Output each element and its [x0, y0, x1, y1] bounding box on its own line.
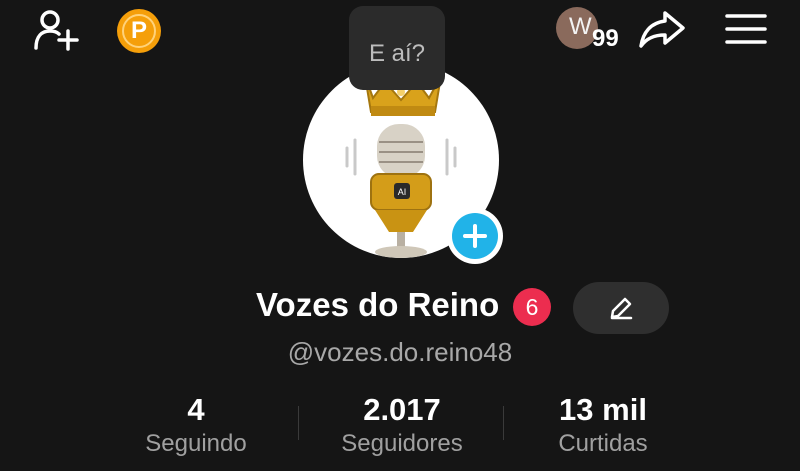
edit-profile-button[interactable] — [573, 282, 669, 334]
username: @vozes.do.reino48 — [287, 337, 513, 367]
divider — [298, 406, 299, 440]
stat-following[interactable]: 4 Seguindo — [120, 392, 272, 460]
display-name: Vozes do Reino — [256, 286, 500, 323]
following-count: 4 — [187, 392, 205, 427]
likes-label: Curtidas — [558, 430, 648, 457]
account-switch-button[interactable]: W 99 — [556, 7, 622, 53]
share-button[interactable] — [636, 6, 688, 52]
avatar-letter: W — [569, 13, 592, 40]
badge-count[interactable]: 6 — [513, 288, 551, 326]
plus-icon — [463, 224, 487, 248]
points-coin-icon: P — [117, 9, 161, 53]
divider — [503, 406, 504, 440]
name-row: Vozes do Reino 6 — [0, 282, 800, 334]
pencil-icon — [610, 297, 633, 320]
likes-count: 13 mil — [559, 392, 647, 427]
following-label: Seguindo — [145, 430, 247, 457]
add-friend-button[interactable] — [30, 6, 82, 54]
followers-count: 2.017 — [363, 392, 441, 427]
points-button[interactable]: P — [114, 6, 164, 56]
status-tooltip[interactable]: E aí? — [349, 6, 445, 90]
add-user-icon — [34, 10, 79, 51]
svg-text:AI: AI — [398, 187, 407, 197]
stat-followers[interactable]: 2.017 Seguidores — [322, 392, 482, 460]
add-photo-button[interactable] — [447, 208, 503, 264]
followers-label: Seguidores — [341, 430, 463, 457]
stat-likes[interactable]: 13 mil Curtidas — [528, 392, 678, 460]
menu-icon — [725, 14, 767, 44]
notification-count: 99 — [592, 25, 619, 52]
tooltip-text: E aí? — [368, 40, 426, 67]
menu-button[interactable] — [720, 6, 772, 52]
share-icon — [639, 11, 685, 48]
